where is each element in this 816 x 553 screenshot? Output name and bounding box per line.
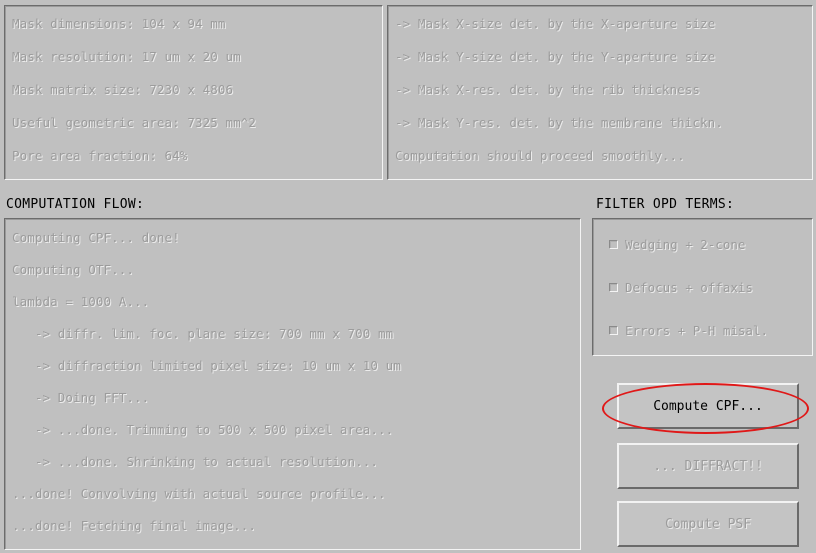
defocus-label: Defocus + offaxis bbox=[625, 280, 753, 295]
pore-fraction-text: Pore area fraction: 64% bbox=[12, 148, 188, 163]
log-line: -> Doing FFT... bbox=[12, 390, 150, 405]
wedging-label: Wedging + 2-cone bbox=[625, 237, 746, 252]
mask-note-status: Computation should proceed smoothly... bbox=[395, 148, 685, 163]
diffract-button[interactable]: ... DIFFRACT!! bbox=[617, 443, 799, 489]
log-line: -> diffr. lim. foc. plane size: 700 mm x… bbox=[12, 326, 394, 341]
compute-psf-button[interactable]: Compute PSF bbox=[617, 501, 799, 547]
compute-psf-label: Compute PSF bbox=[664, 516, 752, 532]
defocus-checkbox[interactable]: Defocus + offaxis bbox=[609, 280, 753, 295]
mask-matrix-size-text: Mask matrix size: 7230 x 4806 bbox=[12, 82, 234, 97]
checkbox-box-icon[interactable] bbox=[609, 326, 618, 335]
log-line: -> ...done. Shrinking to actual resoluti… bbox=[12, 454, 379, 469]
mask-note-y-size: -> Mask Y-size det. by the Y-aperture si… bbox=[395, 49, 716, 64]
mask-notes-panel: -> Mask X-size det. by the X-aperture si… bbox=[387, 5, 813, 180]
compute-cpf-button[interactable]: Compute CPF... bbox=[617, 383, 799, 429]
mask-note-x-res: -> Mask X-res. det. by the rib thickness bbox=[395, 82, 701, 97]
compute-cpf-label: Compute CPF... bbox=[653, 398, 763, 414]
wedging-checkbox[interactable]: Wedging + 2-cone bbox=[609, 237, 745, 252]
mask-info-panel: Mask dimensions: 104 x 94 mm Mask resolu… bbox=[4, 5, 383, 180]
diffract-label: ... DIFFRACT!! bbox=[653, 458, 763, 474]
filter-opd-panel: Wedging + 2-cone Defocus + offaxis Error… bbox=[592, 218, 813, 356]
mask-note-x-size: -> Mask X-size det. by the X-aperture si… bbox=[395, 16, 716, 31]
errors-checkbox[interactable]: Errors + P-H misal. bbox=[609, 323, 768, 338]
useful-area-text: Useful geometric area: 7325 mm^2 bbox=[12, 115, 257, 130]
errors-label: Errors + P-H misal. bbox=[625, 323, 768, 338]
computation-flow-heading: COMPUTATION FLOW: bbox=[6, 197, 145, 212]
checkbox-box-icon[interactable] bbox=[609, 283, 618, 292]
log-line: Computing OTF... bbox=[12, 262, 135, 277]
computation-flow-log: Computing CPF... done! Computing OTF... … bbox=[4, 218, 581, 550]
mask-resolution-text: Mask resolution: 17 um x 20 um bbox=[12, 49, 241, 64]
filter-opd-heading: FILTER OPD TERMS: bbox=[596, 197, 735, 212]
checkbox-box-icon[interactable] bbox=[609, 240, 618, 249]
mask-note-y-res: -> Mask Y-res. det. by the membrane thic… bbox=[395, 115, 723, 130]
log-line: -> diffraction limited pixel size: 10 um… bbox=[12, 358, 401, 373]
log-line: Computing CPF... done! bbox=[12, 230, 180, 245]
log-line: -> ...done. Trimming to 500 x 500 pixel … bbox=[12, 422, 394, 437]
log-line: ...done! Convolving with actual source p… bbox=[12, 486, 386, 501]
mask-dimensions-text: Mask dimensions: 104 x 94 mm bbox=[12, 16, 226, 31]
log-line: ...done! Fetching final image... bbox=[12, 518, 257, 533]
log-line: lambda = 1000 A... bbox=[12, 294, 150, 309]
